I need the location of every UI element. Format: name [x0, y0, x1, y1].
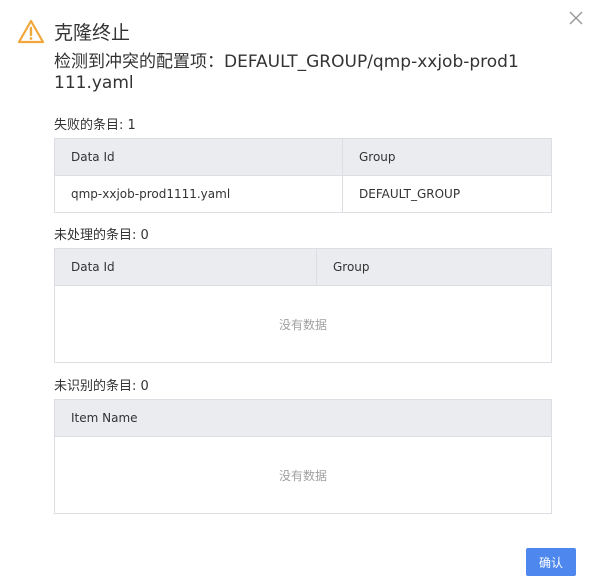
unprocessed-items-label: 未处理的条目: 0 [54, 228, 149, 243]
unprocessed-items-table: Data Id Group 没有数据 [54, 248, 552, 363]
table-header: Item Name [55, 400, 551, 437]
cell-data-id: qmp-xxjob-prod1111.yaml [55, 176, 343, 212]
table-row: qmp-xxjob-prod1111.yaml DEFAULT_GROUP [55, 176, 551, 212]
unrecognized-items-table: Item Name 没有数据 [54, 399, 552, 514]
close-button[interactable] [566, 8, 586, 28]
close-icon [569, 11, 583, 25]
column-header-data-id: Data Id [55, 249, 317, 285]
unrecognized-items-label: 未识别的条目: 0 [54, 379, 149, 394]
failed-items-table: Data Id Group qmp-xxjob-prod1111.yaml DE… [54, 138, 552, 213]
column-header-item-name: Item Name [71, 411, 138, 425]
empty-state: 没有数据 [278, 468, 327, 483]
column-header-group: Group [333, 260, 370, 274]
dialog-title: 克隆终止 [54, 22, 131, 44]
column-header-data-id: Data Id [55, 139, 343, 175]
cell-group: DEFAULT_GROUP [359, 187, 461, 201]
dialog-subtitle: 检测到冲突的配置项：DEFAULT_GROUP/qmp-xxjob-prod11… [54, 52, 519, 93]
failed-items-label: 失败的条目: 1 [54, 118, 136, 133]
column-header-group: Group [359, 150, 396, 164]
dialog-header: 克隆终止 [18, 18, 130, 45]
table-header: Data Id Group [55, 139, 551, 176]
table-header: Data Id Group [55, 249, 551, 286]
warning-icon [18, 19, 44, 43]
confirm-button[interactable]: 确认 [526, 548, 576, 576]
empty-state: 没有数据 [278, 317, 327, 332]
